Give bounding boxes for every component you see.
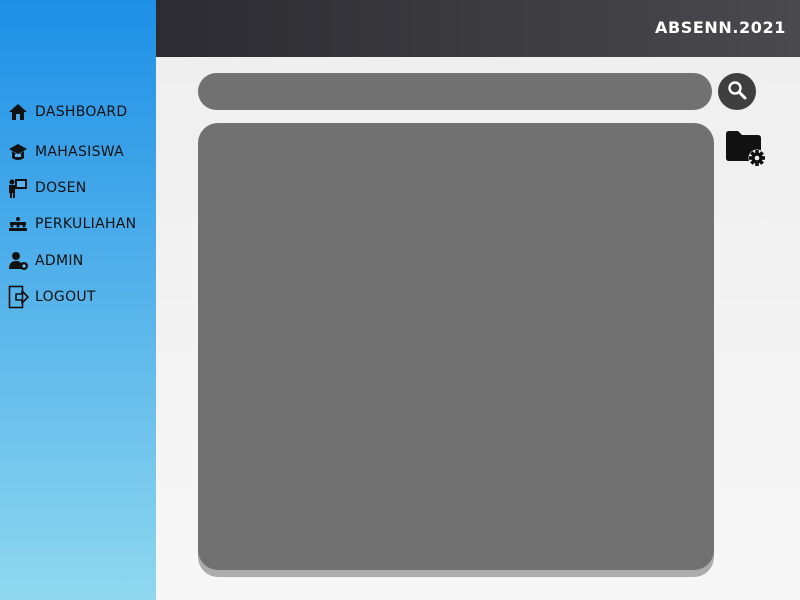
home-icon [8, 101, 30, 123]
brand-title: ABSENN.2021 [654, 18, 786, 37]
sidebar: DASHBOARD MAHASISWA DOSEN PERKULIAHAN AD… [0, 0, 156, 600]
student-icon [8, 141, 30, 163]
sidebar-item-mahasiswa[interactable]: MAHASISWA [8, 140, 124, 164]
content-panel [198, 123, 714, 570]
sidebar-item-label: PERKULIAHAN [35, 216, 137, 232]
lecturer-icon [8, 177, 30, 199]
sidebar-item-admin[interactable]: ADMIN [8, 249, 84, 273]
sidebar-item-dosen[interactable]: DOSEN [8, 176, 87, 200]
search-button[interactable] [718, 73, 756, 110]
sidebar-item-label: DOSEN [35, 180, 87, 196]
sidebar-item-label: LOGOUT [35, 289, 96, 305]
sidebar-item-label: DASHBOARD [35, 104, 128, 120]
search-input[interactable] [198, 73, 712, 110]
search-icon [726, 79, 748, 105]
logout-icon [8, 285, 30, 309]
sidebar-item-label: ADMIN [35, 253, 84, 269]
class-icon [8, 213, 30, 235]
folder-settings-icon [724, 131, 770, 174]
top-header: ABSENN.2021 [156, 0, 800, 57]
sidebar-item-perkuliahan[interactable]: PERKULIAHAN [8, 212, 136, 236]
sidebar-item-dashboard[interactable]: DASHBOARD [8, 100, 127, 124]
sidebar-item-label: MAHASISWA [35, 144, 125, 160]
sidebar-item-logout[interactable]: LOGOUT [8, 285, 96, 309]
admin-icon [8, 250, 30, 272]
folder-settings-button[interactable] [724, 128, 770, 170]
